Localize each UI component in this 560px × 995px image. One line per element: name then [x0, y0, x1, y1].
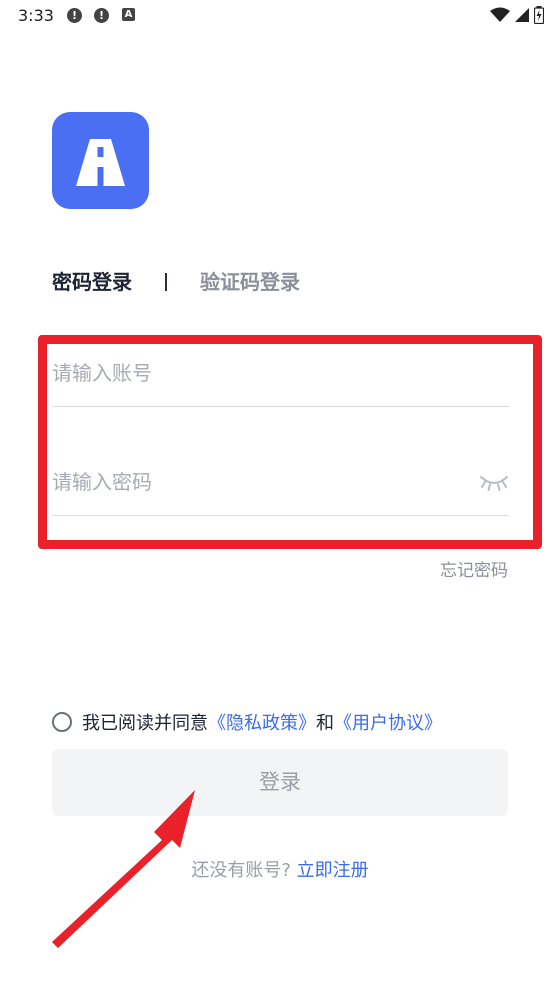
status-time: 3:33 — [18, 6, 54, 25]
tab-password-login[interactable]: 密码登录 — [52, 266, 132, 298]
forgot-password-link[interactable]: 忘记密码 — [440, 556, 508, 581]
alert-icon: ! — [94, 8, 109, 23]
status-bar: 3:33 ! ! A — [0, 0, 560, 32]
tab-code-login[interactable]: 验证码登录 — [200, 266, 300, 298]
privacy-policy-link[interactable]: 《隐私政策》 — [208, 709, 316, 735]
agreement-row: 我已阅读并同意 《隐私政策》 和 《用户协议》 — [52, 709, 442, 735]
battery-icon — [534, 6, 544, 24]
highlight-box — [38, 335, 542, 549]
user-agreement-link[interactable]: 《用户协议》 — [334, 709, 442, 735]
a-badge-icon: A — [122, 8, 135, 21]
tab-divider — [165, 273, 167, 291]
status-right — [490, 6, 544, 24]
agree-text: 我已阅读并同意 — [82, 713, 208, 734]
signal-icon — [515, 8, 529, 22]
alert-icon: ! — [67, 8, 82, 23]
road-logo-icon — [76, 139, 125, 186]
app-logo — [52, 112, 149, 209]
register-link[interactable]: 立即注册 — [297, 860, 369, 881]
login-tabs: 密码登录 验证码登录 — [52, 266, 300, 298]
agree-and: 和 — [316, 713, 334, 734]
wifi-icon — [490, 7, 510, 22]
red-arrow-icon — [52, 790, 195, 948]
agree-radio[interactable] — [52, 712, 72, 732]
